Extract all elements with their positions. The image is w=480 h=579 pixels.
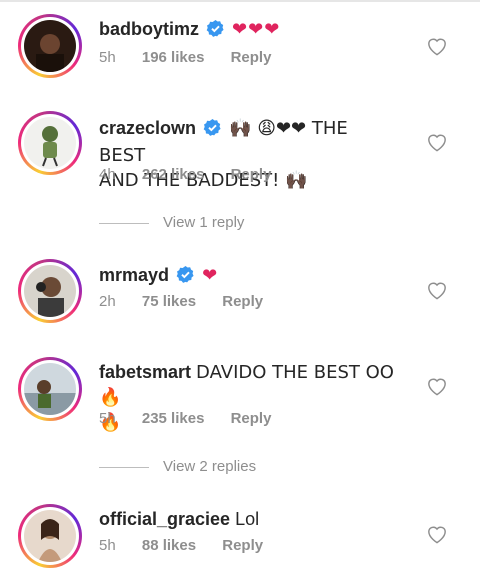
reply-button[interactable]: Reply	[222, 537, 263, 554]
comment-time: 5h	[99, 49, 116, 66]
comment-text: mrmayd ❤	[99, 263, 399, 290]
likes-count[interactable]: 196 likes	[142, 49, 205, 66]
verified-badge-icon	[203, 118, 222, 143]
divider-line	[99, 222, 149, 224]
comment-username[interactable]: official_graciee	[99, 509, 230, 529]
likes-count[interactable]: 75 likes	[142, 293, 196, 310]
likes-count[interactable]: 88 likes	[142, 537, 196, 554]
likes-count[interactable]: 235 likes	[142, 410, 205, 427]
comment-meta: 2h 75 likes Reply	[99, 293, 285, 310]
top-divider	[0, 0, 480, 2]
heart-outline-icon[interactable]	[426, 524, 448, 544]
comment-time: 2h	[99, 293, 116, 310]
comment-message: ❤	[202, 265, 219, 285]
reply-button[interactable]: Reply	[231, 410, 272, 427]
comment-text: official_graciee Lol	[99, 507, 399, 531]
comment-message: ❤❤❤	[232, 19, 281, 39]
comment-username[interactable]: mrmayd	[99, 265, 169, 285]
heart-outline-icon[interactable]	[426, 280, 448, 300]
reply-button[interactable]: Reply	[222, 293, 263, 310]
comment-message: Lol	[235, 509, 260, 529]
view-replies-label: View 1 reply	[163, 214, 245, 231]
verified-badge-icon	[176, 265, 195, 290]
comment-time: 4h	[99, 166, 116, 183]
comment-time: 5h	[99, 410, 116, 427]
comment-meta: 4h 262 likes Reply	[99, 166, 293, 183]
avatar[interactable]	[18, 111, 82, 175]
heart-outline-icon[interactable]	[426, 376, 448, 396]
comment-meta: 5h 196 likes Reply	[99, 49, 293, 66]
avatar[interactable]	[18, 504, 82, 568]
heart-outline-icon[interactable]	[426, 36, 448, 56]
comment-username[interactable]: fabetsmart	[99, 362, 191, 382]
divider-line	[99, 466, 149, 468]
avatar[interactable]	[18, 259, 82, 323]
avatar[interactable]	[18, 14, 82, 78]
comment-text: badboytimz ❤❤❤	[99, 17, 399, 44]
view-replies-button[interactable]: View 2 replies	[99, 458, 256, 475]
comment-meta: 5h 88 likes Reply	[99, 537, 285, 554]
heart-outline-icon[interactable]	[426, 132, 448, 152]
verified-badge-icon	[206, 19, 225, 44]
comment-username[interactable]: crazeclown	[99, 118, 196, 138]
likes-count[interactable]: 262 likes	[142, 166, 205, 183]
comment-meta: 5h 235 likes Reply	[99, 410, 293, 427]
reply-button[interactable]: Reply	[231, 166, 272, 183]
reply-button[interactable]: Reply	[231, 49, 272, 66]
comment-time: 5h	[99, 537, 116, 554]
avatar[interactable]	[18, 357, 82, 421]
comment-username[interactable]: badboytimz	[99, 19, 199, 39]
view-replies-button[interactable]: View 1 reply	[99, 214, 244, 231]
view-replies-label: View 2 replies	[163, 458, 257, 475]
